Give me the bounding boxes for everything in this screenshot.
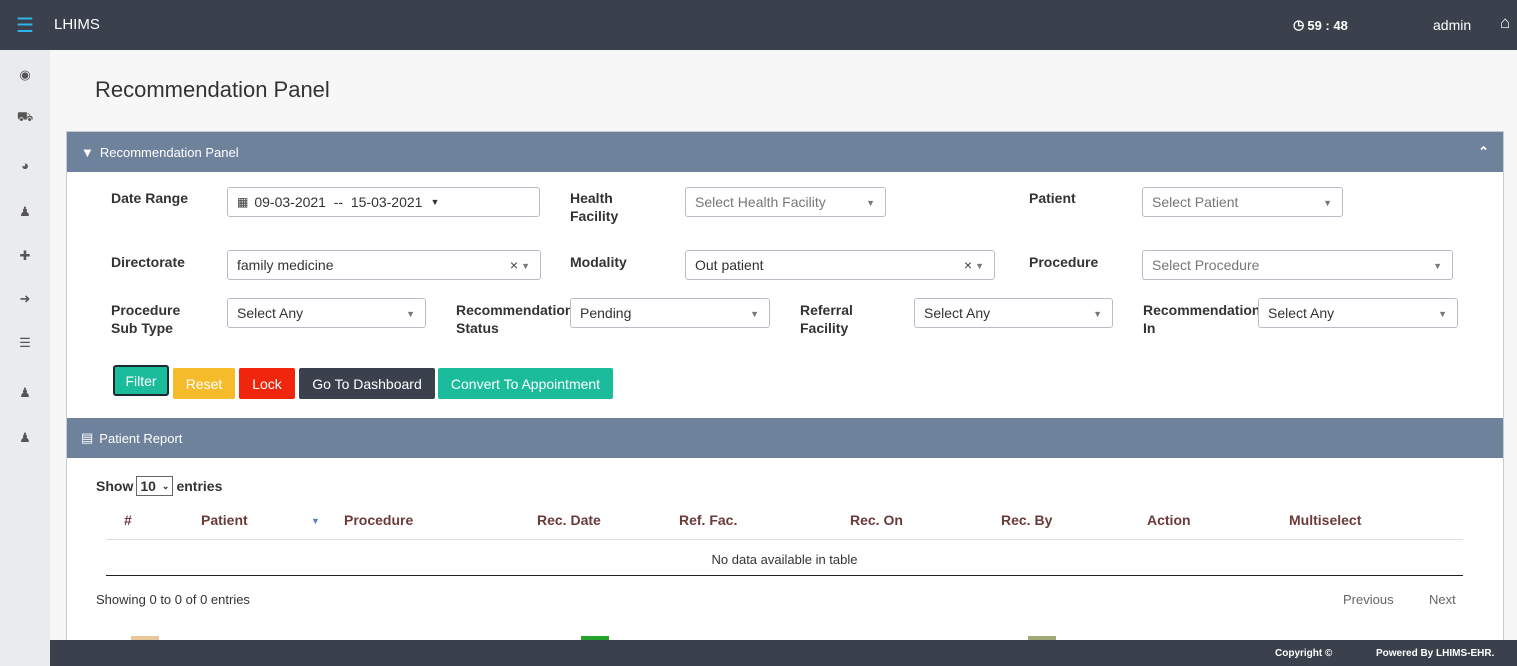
recommendation-status-label: Recommendation Status — [456, 302, 574, 336]
entries-select[interactable]: 10 ⌄ — [136, 476, 174, 496]
patient-report-header: ▤ Patient Report — [67, 418, 1503, 458]
health-facility-select[interactable]: Select Health Facility ▼ — [685, 187, 886, 217]
column-header-index[interactable]: # — [124, 512, 132, 528]
directorate-select[interactable]: family medicine × ▼ — [227, 250, 541, 280]
chevron-down-icon: ▼ — [750, 309, 759, 319]
table-header-divider — [106, 539, 1463, 540]
clock-icon: ◷ — [1293, 17, 1305, 32]
caret-down-icon: ▼ — [430, 197, 440, 207]
column-header-action[interactable]: Action — [1147, 512, 1191, 528]
chevron-down-icon: ▼ — [406, 309, 415, 319]
column-header-ref-fac[interactable]: Ref. Fac. — [679, 512, 737, 528]
user-md-icon[interactable]: ♟ — [14, 429, 36, 447]
sidebar: ◉ ⛟ ◕ ♟ ✚ ➜ ☰ ♟ ♟ — [0, 50, 50, 666]
copyright-text: Copyright © — [1275, 648, 1333, 659]
recommendation-status-select[interactable]: Pending ▼ — [570, 298, 770, 328]
user-md-icon[interactable]: ♟ — [14, 384, 36, 402]
date-range-value: 09-03-2021 -- 15-03-2021 — [254, 194, 423, 210]
filter-icon: ▼ — [81, 144, 94, 160]
panel-header[interactable]: ▼ Recommendation Panel ⌃ — [67, 132, 1503, 172]
recommendation-in-label: Recommendation In — [1143, 302, 1261, 336]
procedure-sub-type-select[interactable]: Select Any ▼ — [227, 298, 426, 328]
procedure-select[interactable]: Select Procedure ▼ — [1142, 250, 1453, 280]
top-navbar: ☰ LHIMS ◷ 59 : 48 admin ⌂ — [0, 0, 1517, 50]
menu-toggle-icon[interactable]: ☰ — [0, 0, 50, 50]
patient-label: Patient — [1029, 190, 1076, 206]
patient-select[interactable]: Select Patient ▼ — [1142, 187, 1343, 217]
reset-button[interactable]: Reset — [173, 368, 235, 399]
table-icon: ▤ — [81, 430, 94, 445]
table-info: Showing 0 to 0 of 0 entries — [96, 592, 250, 607]
sort-desc-icon[interactable]: ▼ — [311, 516, 320, 526]
chevron-down-icon: ▼ — [1433, 261, 1442, 271]
convert-to-appointment-button[interactable]: Convert To Appointment — [438, 368, 613, 399]
recommendation-in-select[interactable]: Select Any ▼ — [1258, 298, 1458, 328]
chevron-down-icon: ▼ — [866, 198, 875, 208]
session-timer: ◷ 59 : 48 — [1293, 17, 1348, 33]
pie-chart-icon[interactable]: ◕ — [14, 156, 36, 174]
previous-page-button[interactable]: Previous — [1343, 592, 1394, 607]
referral-facility-label: Referral Facility — [800, 302, 853, 336]
directorate-label: Directorate — [111, 254, 185, 270]
list-icon[interactable]: ☰ — [14, 334, 36, 352]
next-page-button[interactable]: Next — [1429, 592, 1456, 607]
column-header-rec-by[interactable]: Rec. By — [1001, 512, 1052, 528]
go-to-dashboard-button[interactable]: Go To Dashboard — [299, 368, 435, 399]
sign-out-icon[interactable]: ➜ — [14, 290, 36, 308]
footer: Copyright © Powered By LHIMS-EHR. — [50, 640, 1517, 666]
chevron-down-icon: ▼ — [1438, 309, 1447, 319]
page-title: Recommendation Panel — [95, 77, 330, 102]
main-content: Recommendation Panel ▼ Recommendation Pa… — [50, 50, 1517, 651]
collapse-chevron-icon[interactable]: ⌃ — [1478, 144, 1489, 160]
chevron-down-icon: ▼ — [521, 261, 530, 271]
procedure-label: Procedure — [1029, 254, 1099, 270]
lock-button[interactable]: Lock — [239, 368, 295, 399]
ambulance-icon[interactable]: ⛟ — [14, 109, 36, 127]
column-header-procedure[interactable]: Procedure — [344, 512, 413, 528]
modality-label: Modality — [570, 254, 627, 270]
table-bottom-divider — [106, 575, 1463, 576]
dashboard-icon[interactable]: ◉ — [14, 66, 36, 84]
referral-facility-select[interactable]: Select Any ▼ — [914, 298, 1113, 328]
clear-icon[interactable]: × — [510, 257, 518, 273]
procedure-sub-type-label: Procedure Sub Type — [111, 302, 181, 336]
entries-length-control: Show 10 ⌄ entries — [96, 476, 223, 496]
clear-icon[interactable]: × — [964, 257, 972, 273]
filter-button[interactable]: Filter — [113, 365, 169, 396]
column-header-patient[interactable]: Patient — [201, 512, 248, 528]
calendar-icon: ▦ — [237, 195, 249, 209]
recommendation-panel: ▼ Recommendation Panel ⌃ Date Range ▦ 09… — [66, 131, 1504, 651]
date-range-label: Date Range — [111, 190, 189, 206]
user-menu[interactable]: admin — [1433, 17, 1471, 33]
powered-by-text: Powered By LHIMS-EHR. — [1376, 648, 1495, 659]
chevron-down-icon: ▼ — [1093, 309, 1102, 319]
health-facility-label: Health Facility — [570, 190, 619, 224]
home-icon[interactable]: ⌂ — [1500, 13, 1517, 33]
date-range-picker[interactable]: ▦ 09-03-2021 -- 15-03-2021 ▼ — [227, 187, 540, 217]
panel-header-title: Recommendation Panel — [99, 144, 239, 160]
column-header-rec-on[interactable]: Rec. On — [850, 512, 903, 528]
table-empty-message: No data available in table — [711, 552, 858, 567]
column-header-multiselect[interactable]: Multiselect — [1289, 512, 1361, 528]
column-header-rec-date[interactable]: Rec. Date — [537, 512, 601, 528]
chevron-down-icon: ▼ — [975, 261, 984, 271]
patient-report-title: Patient Report — [99, 430, 183, 446]
chevron-down-icon: ⌄ — [161, 480, 170, 491]
session-timer-value: 59 : 48 — [1307, 17, 1348, 33]
user-md-icon[interactable]: ♟ — [14, 203, 36, 221]
app-brand[interactable]: LHIMS — [54, 16, 100, 33]
modality-select[interactable]: Out patient × ▼ — [685, 250, 995, 280]
chevron-down-icon: ▼ — [1323, 198, 1332, 208]
plus-icon[interactable]: ✚ — [14, 247, 36, 265]
